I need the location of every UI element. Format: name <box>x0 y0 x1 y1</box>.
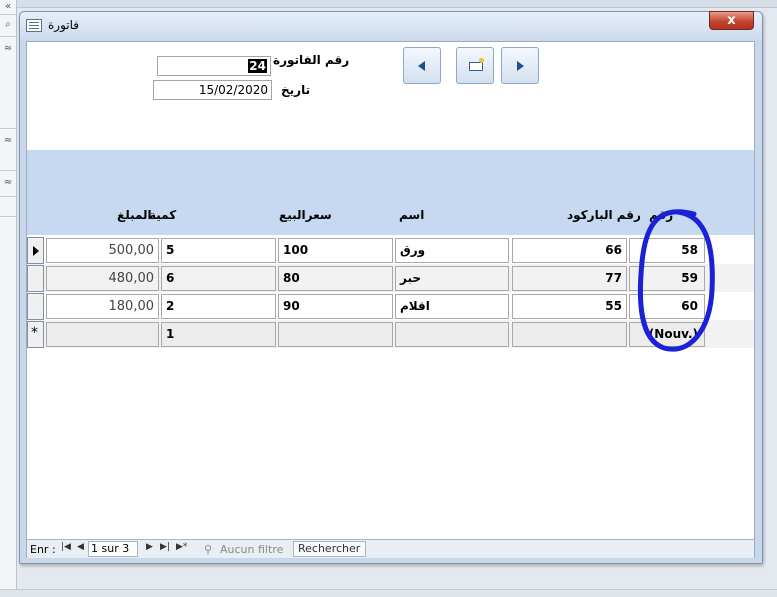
collapse-icon[interactable]: « <box>0 0 16 14</box>
row-selector[interactable] <box>27 293 44 320</box>
header-band: رقم رقم الباركود اسم سعرالبيع كمية المبل… <box>27 150 754 235</box>
name-cell[interactable] <box>395 322 509 347</box>
filter-icon: ⚲ <box>204 543 213 556</box>
group-chevron-icon[interactable]: ≈ <box>0 176 16 190</box>
previous-record-button[interactable] <box>403 47 441 84</box>
price-cell[interactable] <box>278 322 393 347</box>
barcode-cell[interactable]: 55 <box>512 294 627 319</box>
quantity-cell[interactable]: 1 <box>161 322 276 347</box>
close-icon: x <box>727 13 736 28</box>
name-cell[interactable]: ورق <box>395 238 509 263</box>
first-record-icon[interactable]: |◀ <box>61 542 71 552</box>
date-label: تاريخ <box>281 83 311 97</box>
ribbon-edge <box>17 0 777 8</box>
new-record-icon: * <box>31 325 38 341</box>
previous-record-icon[interactable]: ◀ <box>77 542 84 552</box>
price-cell[interactable]: 100 <box>278 238 393 263</box>
amount-cell[interactable]: 500,00 <box>46 238 159 263</box>
column-header-amount: المبلغ <box>117 208 152 222</box>
table-row[interactable]: 500,00 5 100 ورق 66 58 <box>27 236 754 264</box>
strip-divider <box>0 216 16 217</box>
form-detail: رقم الفاتورة 24 تاريخ 15/02/2020 رقم رقم… <box>26 41 755 558</box>
records-label: Enr : <box>30 543 56 556</box>
navigation-pane-strip: « ⌕ ≈ ≈ ≈ <box>0 0 17 597</box>
nav-previous-icon <box>418 61 425 71</box>
number-cell[interactable]: 58 <box>629 238 705 263</box>
table-row[interactable]: 480,00 6 80 حبر 77 59 <box>27 264 754 292</box>
invoice-number-field[interactable]: 24 <box>157 56 271 76</box>
date-value: 15/02/2020 <box>198 83 268 97</box>
new-record-button[interactable] <box>456 47 494 84</box>
next-record-button[interactable] <box>501 47 539 84</box>
new-record-icon <box>469 58 484 71</box>
date-field[interactable]: 15/02/2020 <box>153 80 272 100</box>
filter-status[interactable]: Aucun filtre <box>220 543 283 556</box>
barcode-cell[interactable] <box>512 322 627 347</box>
new-record-nav-icon[interactable]: ▶* <box>176 542 187 552</box>
strip-divider <box>0 36 16 37</box>
name-cell[interactable]: حبر <box>395 266 509 291</box>
column-header-barcode: رقم الباركود <box>567 208 641 222</box>
close-button[interactable]: x <box>709 11 754 30</box>
price-cell[interactable]: 80 <box>278 266 393 291</box>
quantity-cell[interactable]: 5 <box>161 238 276 263</box>
name-cell[interactable]: اقلام <box>395 294 509 319</box>
form-icon <box>26 19 42 32</box>
strip-divider <box>0 128 16 129</box>
new-record-row[interactable]: * 1 (Nouv.) <box>27 320 754 348</box>
number-cell[interactable]: 60 <box>629 294 705 319</box>
amount-cell[interactable]: 180,00 <box>46 294 159 319</box>
strip-divider <box>0 14 16 15</box>
column-header-number: رقم <box>649 208 674 222</box>
next-record-icon[interactable]: ▶ <box>146 542 153 552</box>
amount-cell[interactable] <box>46 322 159 347</box>
table-row[interactable]: 180,00 2 90 اقلام 55 60 <box>27 292 754 320</box>
strip-divider <box>0 170 16 171</box>
last-record-icon[interactable]: ▶| <box>160 542 170 552</box>
current-record-icon <box>33 246 39 256</box>
group-chevron-icon[interactable]: ≈ <box>0 42 16 56</box>
number-cell[interactable]: (Nouv.) <box>629 322 705 347</box>
record-navigator: Enr : |◀ ◀ 1 sur 3 ▶ ▶| ▶* ⚲ Aucun filtr… <box>27 539 754 558</box>
number-cell[interactable]: 59 <box>629 266 705 291</box>
search-icon[interactable]: ⌕ <box>0 18 16 32</box>
record-position-input[interactable]: 1 sur 3 <box>88 541 138 557</box>
column-header-name: اسم <box>399 208 425 222</box>
column-header-quantity: كمية <box>149 208 177 222</box>
nav-next-icon <box>517 61 524 71</box>
group-chevron-icon[interactable]: ≈ <box>0 134 16 148</box>
invoice-form-window: فاتورة x رقم الفاتورة 24 تاريخ 15/02/202… <box>19 11 763 564</box>
invoice-number-value: 24 <box>248 59 267 73</box>
quantity-cell[interactable]: 2 <box>161 294 276 319</box>
invoice-number-label: رقم الفاتورة <box>273 53 350 67</box>
app-status-bar <box>0 589 777 597</box>
column-header-price: سعرالبيع <box>279 208 332 222</box>
price-cell[interactable]: 90 <box>278 294 393 319</box>
row-selector[interactable]: * <box>27 321 44 348</box>
row-selector[interactable] <box>27 237 44 264</box>
quantity-cell[interactable]: 6 <box>161 266 276 291</box>
search-box[interactable]: Rechercher <box>293 541 366 557</box>
strip-divider <box>0 196 16 197</box>
row-selector[interactable] <box>27 265 44 292</box>
window-title: فاتورة <box>48 18 80 32</box>
amount-cell[interactable]: 480,00 <box>46 266 159 291</box>
barcode-cell[interactable]: 77 <box>512 266 627 291</box>
title-bar[interactable]: فاتورة x <box>20 11 762 40</box>
barcode-cell[interactable]: 66 <box>512 238 627 263</box>
